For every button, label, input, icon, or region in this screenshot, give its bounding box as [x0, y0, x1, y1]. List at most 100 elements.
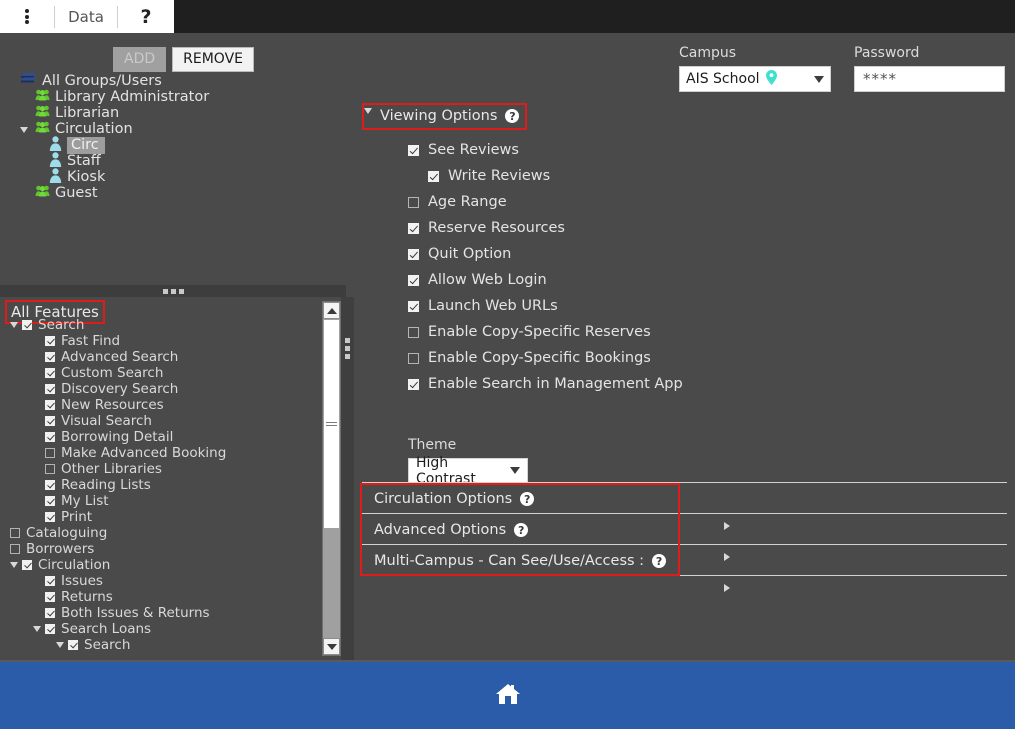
chevron-down-icon[interactable]	[33, 623, 45, 635]
add-button[interactable]: ADD	[113, 47, 167, 73]
features-tree-item[interactable]: Cataloguing	[0, 525, 320, 541]
feature-checkbox[interactable]	[45, 496, 55, 506]
feature-checkbox[interactable]	[45, 480, 55, 490]
groups-tree-item[interactable]: Library Administrator	[0, 89, 385, 136]
features-tree-item[interactable]: Fast Find	[0, 333, 320, 349]
option-checkbox[interactable]	[408, 248, 419, 260]
features-tree-item[interactable]: Issues	[0, 573, 320, 589]
campus-field: Campus AIS School	[679, 45, 831, 92]
theme-select[interactable]: High Contrast	[408, 455, 528, 487]
features-tree-item[interactable]: Discovery Search	[0, 381, 320, 397]
chevron-down-icon[interactable]	[56, 639, 68, 651]
features-tree-item-label: Cataloguing	[26, 525, 108, 541]
help-button[interactable]: ?	[118, 0, 174, 33]
remove-button[interactable]: REMOVE	[172, 47, 254, 73]
viewing-option-row[interactable]: Quit Option	[408, 241, 968, 267]
groups-tree-item[interactable]: Guest	[0, 185, 385, 232]
horizontal-splitter[interactable]	[0, 285, 346, 297]
viewing-option-row[interactable]: Write Reviews	[428, 163, 968, 189]
feature-checkbox[interactable]	[22, 320, 32, 330]
vertical-splitter[interactable]	[341, 297, 354, 660]
campus-select[interactable]: AIS School	[679, 66, 831, 92]
features-tree-item[interactable]: Returns	[0, 589, 320, 605]
features-tree-item[interactable]: Custom Search	[0, 365, 320, 381]
features-tree-item-label: New Resources	[61, 397, 164, 413]
chevron-down-icon	[510, 467, 520, 474]
features-tree-item[interactable]: New Resources	[0, 397, 320, 413]
viewing-option-row[interactable]: Enable Copy-Specific Reserves	[408, 319, 968, 345]
feature-checkbox[interactable]	[45, 432, 55, 442]
scrollbar-thumb[interactable]	[324, 320, 339, 528]
feature-checkbox[interactable]	[68, 640, 78, 650]
features-tree-item[interactable]: Print	[0, 509, 320, 525]
option-checkbox[interactable]	[408, 222, 419, 234]
features-tree-item[interactable]: Circulation	[0, 557, 320, 573]
option-checkbox[interactable]	[408, 196, 419, 208]
feature-checkbox[interactable]	[45, 624, 55, 634]
viewing-options-header[interactable]: Viewing Options ?	[362, 103, 528, 130]
feature-checkbox[interactable]	[10, 544, 20, 554]
option-checkbox[interactable]	[408, 378, 419, 390]
feature-checkbox[interactable]	[45, 464, 55, 474]
feature-checkbox[interactable]	[45, 400, 55, 410]
feature-checkbox[interactable]	[45, 448, 55, 458]
features-scrollbar[interactable]	[322, 301, 341, 656]
viewing-option-row[interactable]: Enable Copy-Specific Bookings	[408, 345, 968, 371]
viewing-option-row[interactable]: Launch Web URLs	[408, 293, 968, 319]
feature-checkbox[interactable]	[10, 528, 20, 538]
groups-tree-item[interactable]: Kiosk	[0, 167, 346, 185]
scroll-down-arrow-icon[interactable]	[323, 638, 340, 655]
viewing-option-row[interactable]: Age Range	[408, 189, 968, 215]
features-tree-item[interactable]: Borrowing Detail	[0, 429, 320, 445]
scroll-up-arrow-icon[interactable]	[323, 302, 340, 319]
features-tree-item[interactable]: Advanced Search	[0, 349, 320, 365]
groups-tree-item[interactable]: All Groups/Users	[0, 73, 346, 89]
feature-checkbox[interactable]	[45, 384, 55, 394]
option-checkbox[interactable]	[428, 170, 439, 182]
groups-tree-item[interactable]: Librarian	[0, 105, 385, 152]
kebab-menu-icon[interactable]	[0, 0, 54, 33]
feature-checkbox[interactable]	[45, 576, 55, 586]
features-tree-item[interactable]: Visual Search	[0, 413, 320, 429]
features-tree-item[interactable]: Search	[0, 637, 320, 653]
feature-checkbox[interactable]	[45, 512, 55, 522]
features-tree-item[interactable]: Search	[0, 317, 320, 333]
features-tree-item[interactable]: Reading Lists	[0, 477, 320, 493]
features-tree-item-label: Borrowers	[26, 541, 95, 557]
features-tree-item[interactable]: Other Libraries	[0, 461, 320, 477]
home-icon[interactable]	[495, 682, 521, 710]
feature-checkbox[interactable]	[45, 416, 55, 426]
feature-checkbox[interactable]	[45, 368, 55, 378]
chevron-down-icon[interactable]	[10, 319, 22, 331]
viewing-option-row[interactable]: Enable Search in Management App	[408, 371, 968, 397]
option-checkbox[interactable]	[408, 326, 419, 338]
features-tree-item[interactable]: Search Loans	[0, 621, 320, 637]
groups-users-panel: ADD REMOVE All Groups/Users Library Admin…	[0, 33, 385, 285]
features-tree-item[interactable]: My List	[0, 493, 320, 509]
feature-checkbox[interactable]	[45, 336, 55, 346]
viewing-option-row[interactable]: Allow Web Login	[408, 267, 968, 293]
chevron-down-icon[interactable]	[10, 559, 22, 571]
viewing-option-row[interactable]: Reserve Resources	[408, 215, 968, 241]
features-tree-item[interactable]: Borrowers	[0, 541, 320, 557]
feature-checkbox[interactable]	[45, 592, 55, 602]
data-menu-button[interactable]: Data	[55, 0, 117, 33]
feature-checkbox[interactable]	[22, 560, 32, 570]
features-tree-item[interactable]: Both Issues & Returns	[0, 605, 320, 621]
option-checkbox[interactable]	[408, 352, 419, 364]
groups-tree-item-label: Staff	[67, 153, 101, 169]
features-tree-item[interactable]: Make Advanced Booking	[0, 445, 320, 461]
feature-checkbox[interactable]	[45, 352, 55, 362]
viewing-option-row[interactable]: See Reviews	[408, 137, 968, 163]
chevron-down-icon[interactable]	[20, 124, 31, 135]
help-circle-icon[interactable]: ?	[505, 109, 520, 123]
details-panel: Campus AIS School Password **** Viewing …	[354, 33, 1015, 729]
group-action-buttons: ADD REMOVE	[113, 47, 254, 73]
feature-checkbox[interactable]	[45, 608, 55, 618]
option-label: Reserve Resources	[428, 220, 565, 236]
option-checkbox[interactable]	[408, 144, 419, 156]
option-checkbox[interactable]	[408, 300, 419, 312]
password-input[interactable]: ****	[854, 66, 1005, 92]
option-checkbox[interactable]	[408, 274, 419, 286]
